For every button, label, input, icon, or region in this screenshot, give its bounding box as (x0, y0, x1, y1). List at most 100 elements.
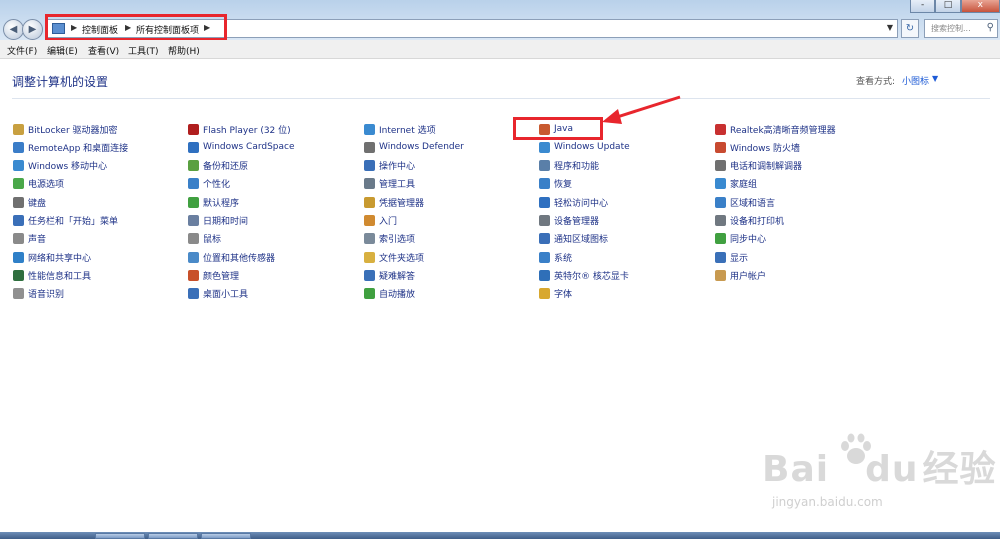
control-panel-item[interactable]: 索引选项 (364, 232, 415, 246)
close-button[interactable]: x (960, 0, 1000, 13)
menu-file[interactable]: 文件(F) (7, 44, 37, 57)
minimize-button[interactable]: - (910, 0, 936, 13)
chevron-down-icon[interactable]: ▼ (887, 23, 893, 32)
control-panel-item[interactable]: 性能信息和工具 (13, 268, 91, 282)
control-panel-item[interactable]: 桌面小工具 (188, 287, 248, 301)
back-button[interactable]: ◀ (3, 19, 24, 40)
control-panel-item[interactable]: 用户帐户 (715, 268, 766, 282)
item-icon (13, 251, 24, 263)
control-panel-item[interactable]: Windows Defender (364, 140, 464, 154)
control-panel-item[interactable]: 轻松访问中心 (539, 195, 608, 209)
chevron-down-icon[interactable]: ▼ (932, 74, 938, 83)
item-label: 语音识别 (28, 290, 65, 301)
search-placeholder: 搜索控制... (931, 24, 971, 33)
control-panel-item[interactable]: Realtek高清晰音频管理器 (715, 122, 836, 136)
item-icon (715, 178, 726, 190)
item-icon (539, 196, 550, 208)
control-panel-item[interactable]: Windows 移动中心 (13, 159, 107, 173)
item-icon (715, 160, 726, 172)
control-panel-item[interactable]: 同步中心 (715, 232, 766, 246)
item-label: 系统 (554, 253, 573, 264)
item-label: 操作中心 (379, 162, 416, 173)
control-panel-item[interactable]: Internet 选项 (364, 122, 436, 136)
control-panel-item[interactable]: 恢复 (539, 177, 572, 191)
item-icon (188, 269, 199, 281)
control-panel-item[interactable]: 字体 (539, 287, 572, 301)
menu-tools[interactable]: 工具(T) (128, 44, 159, 57)
control-panel-item[interactable]: 文件夹选项 (364, 250, 424, 264)
control-panel-item[interactable]: 电话和调制解调器 (715, 159, 802, 173)
control-panel-item[interactable]: 位置和其他传感器 (188, 250, 275, 264)
taskbar-button[interactable] (148, 533, 198, 539)
control-panel-item[interactable]: 凭据管理器 (364, 195, 424, 209)
control-panel-item[interactable]: 疑难解答 (364, 268, 415, 282)
control-panel-item[interactable]: 键盘 (13, 195, 46, 209)
item-icon (539, 215, 550, 226)
control-panel-item[interactable]: 家庭组 (715, 177, 757, 191)
maximize-button[interactable]: □ (935, 0, 961, 13)
control-panel-item[interactable]: 网络和共享中心 (13, 250, 91, 264)
item-label: Windows Defender (379, 142, 464, 153)
control-panel-item[interactable]: Windows 防火墙 (715, 140, 800, 154)
menu-edit[interactable]: 编辑(E) (47, 44, 78, 57)
control-panel-item[interactable]: 语音识别 (13, 287, 64, 301)
control-panel-item[interactable]: 默认程序 (188, 195, 239, 209)
menu-view[interactable]: 查看(V) (88, 44, 119, 57)
control-panel-item[interactable]: 任务栏和「开始」菜单 (13, 214, 118, 228)
item-icon (539, 269, 550, 281)
item-icon (539, 178, 550, 190)
control-panel-item[interactable]: 系统 (539, 250, 572, 264)
forward-button[interactable]: ▶ (22, 19, 43, 40)
control-panel-item[interactable]: 自动播放 (364, 287, 415, 301)
control-panel-item[interactable]: 入门 (364, 214, 397, 228)
control-panel-item[interactable]: 日期和时间 (188, 214, 248, 228)
control-panel-item[interactable]: Windows Update (539, 140, 630, 154)
item-icon (715, 141, 726, 153)
item-icon (539, 251, 550, 263)
item-label: 任务栏和「开始」菜单 (28, 217, 119, 227)
control-panel-item[interactable]: 英特尔® 核芯显卡 (539, 268, 629, 282)
item-label: 日期和时间 (203, 217, 249, 227)
item-icon (539, 233, 550, 245)
refresh-button[interactable]: ↻ (901, 19, 919, 38)
menu-help[interactable]: 帮助(H) (168, 44, 200, 57)
taskbar-button[interactable] (201, 533, 251, 539)
item-label: 凭据管理器 (379, 198, 425, 209)
control-panel-item[interactable]: Windows CardSpace (188, 140, 295, 154)
item-label: 备份和还原 (203, 162, 249, 173)
item-label: Windows Update (554, 142, 630, 153)
item-icon (364, 160, 375, 172)
page-title: 调整计算机的设置 (12, 75, 109, 89)
control-panel-item[interactable]: 电源选项 (13, 177, 64, 191)
control-panel-item[interactable]: 区域和语言 (715, 195, 775, 209)
item-label: Realtek高清晰音频管理器 (730, 125, 836, 136)
control-panel-item[interactable]: 声音 (13, 232, 46, 246)
item-label: 家庭组 (730, 180, 758, 191)
taskbar-button[interactable] (95, 533, 145, 539)
control-panel-item[interactable]: 显示 (715, 250, 748, 264)
control-panel-item[interactable]: 鼠标 (188, 232, 221, 246)
view-by-dropdown[interactable]: 小图标 (902, 74, 929, 87)
control-panel-item[interactable]: RemoteApp 和桌面连接 (13, 140, 128, 154)
control-panel-item[interactable]: Flash Player (32 位) (188, 122, 291, 136)
control-panel-item[interactable]: 个性化 (188, 177, 230, 191)
control-panel-item[interactable]: 颜色管理 (188, 268, 239, 282)
control-panel-item[interactable]: 程序和功能 (539, 159, 599, 173)
control-panel-item[interactable]: 设备和打印机 (715, 214, 784, 228)
control-panel-item[interactable]: 管理工具 (364, 177, 415, 191)
search-icon: ⚲ (986, 22, 994, 33)
item-icon (13, 123, 24, 135)
control-panel-item[interactable]: 备份和还原 (188, 159, 248, 173)
control-panel-item[interactable]: 通知区域图标 (539, 232, 608, 246)
control-panel-item[interactable]: BitLocker 驱动器加密 (13, 122, 118, 136)
item-icon (539, 288, 550, 300)
item-label: Windows 防火墙 (730, 143, 801, 154)
search-input[interactable]: 搜索控制... ⚲ (924, 19, 998, 38)
item-label: 设备和打印机 (730, 217, 785, 227)
item-icon (539, 160, 550, 172)
item-icon (715, 233, 726, 245)
item-icon (188, 178, 199, 190)
item-label: 疑难解答 (379, 271, 416, 282)
control-panel-item[interactable]: 操作中心 (364, 159, 415, 173)
control-panel-item[interactable]: 设备管理器 (539, 214, 599, 228)
